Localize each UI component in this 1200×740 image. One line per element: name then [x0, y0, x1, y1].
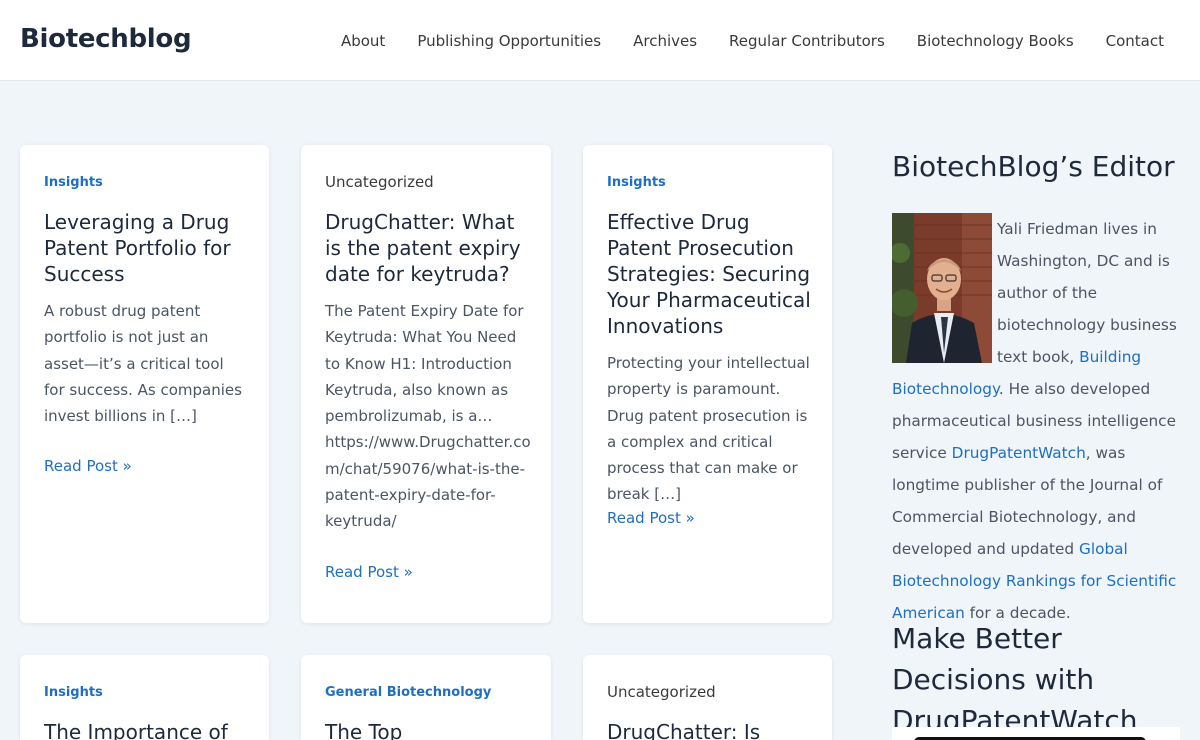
- main-nav: About Publishing Opportunities Archives …: [309, 0, 1164, 81]
- post-title[interactable]: The Top: [325, 719, 531, 740]
- post-excerpt: The Patent Expiry Date for Keytruda: Wha…: [325, 302, 531, 531]
- post-card: Insights The Importance of: [20, 655, 269, 740]
- post-card: Uncategorized DrugChatter: What is the p…: [301, 145, 551, 623]
- post-title[interactable]: DrugChatter: What is the patent expiry d…: [325, 209, 531, 287]
- drugpatentwatch-link[interactable]: DrugPatentWatch: [952, 444, 1086, 462]
- nav-item-about[interactable]: About: [341, 32, 385, 50]
- post-category[interactable]: Insights: [44, 175, 103, 190]
- nav-item-archives[interactable]: Archives: [633, 32, 697, 50]
- read-post-link[interactable]: Read Post »: [325, 563, 413, 581]
- read-post-link[interactable]: Read Post »: [607, 509, 695, 527]
- nav-item-regular-contributors[interactable]: Regular Contributors: [729, 32, 885, 50]
- post-category[interactable]: General Biotechnology: [325, 685, 491, 700]
- post-card: General Biotechnology The Top: [301, 655, 551, 740]
- post-title[interactable]: The Importance of: [44, 719, 249, 740]
- post-excerpt: A robust drug patent portfolio is not ju…: [44, 302, 242, 426]
- post-category[interactable]: Insights: [607, 175, 666, 190]
- site-logo[interactable]: Biotechblog: [20, 24, 192, 54]
- post-title[interactable]: DrugChatter: Is: [607, 719, 812, 740]
- post-category[interactable]: Insights: [44, 685, 103, 700]
- promo-banner[interactable]: [892, 727, 1180, 740]
- post-card: Uncategorized DrugChatter: Is: [583, 655, 832, 740]
- nav-item-contact[interactable]: Contact: [1106, 32, 1164, 50]
- post-category[interactable]: Uncategorized: [325, 173, 434, 191]
- nav-item-biotechnology-books[interactable]: Biotechnology Books: [917, 32, 1074, 50]
- post-card: Insights Leveraging a Drug Patent Portfo…: [20, 145, 269, 623]
- post-title[interactable]: Effective Drug Patent Prosecution Strate…: [607, 209, 812, 339]
- editor-bio: Yali Friedman lives in Washington, DC an…: [892, 220, 1177, 622]
- promo-heading: Make Better Decisions with DrugPatentWat…: [892, 622, 1138, 737]
- post-card: Insights Effective Drug Patent Prosecuti…: [583, 145, 832, 623]
- site-header: Biotechblog About Publishing Opportuniti…: [0, 0, 1200, 81]
- editor-heading: BiotechBlog’s Editor: [892, 150, 1175, 183]
- post-excerpt: Protecting your intellectual property is…: [607, 354, 810, 504]
- post-title[interactable]: Leveraging a Drug Patent Portfolio for S…: [44, 209, 249, 287]
- post-category[interactable]: Uncategorized: [607, 683, 716, 701]
- nav-item-publishing-opportunities[interactable]: Publishing Opportunities: [417, 32, 601, 50]
- read-post-link[interactable]: Read Post »: [44, 457, 132, 475]
